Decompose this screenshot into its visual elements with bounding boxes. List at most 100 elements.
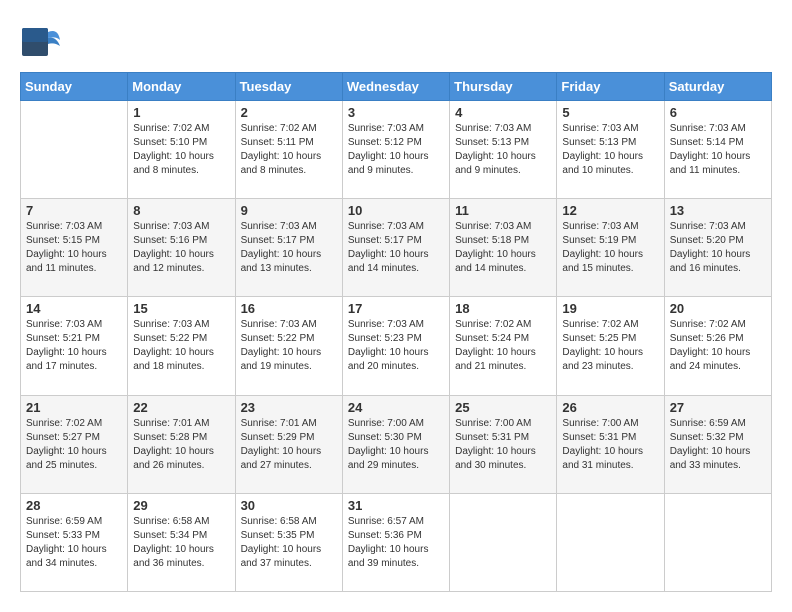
- calendar-cell: 2Sunrise: 7:02 AM Sunset: 5:11 PM Daylig…: [235, 101, 342, 199]
- day-number: 4: [455, 105, 551, 120]
- day-info: Sunrise: 7:03 AM Sunset: 5:22 PM Dayligh…: [241, 318, 337, 374]
- day-info: Sunrise: 7:03 AM Sunset: 5:12 PM Dayligh…: [348, 122, 444, 178]
- day-number: 6: [670, 105, 766, 120]
- day-number: 16: [241, 301, 337, 316]
- calendar-cell: 6 Sunrise: 7:03 AM Sunset: 5:14 PM Daylig…: [664, 101, 771, 199]
- day-info: Sunrise: 7:02 AM Sunset: 5:27 PM Dayligh…: [26, 417, 122, 473]
- day-info: Sunrise: 7:03 AM Sunset: 5:18 PM Dayligh…: [455, 220, 551, 276]
- calendar-cell: 30 Sunrise: 6:58 AM Sunset: 5:35 PM Dayli…: [235, 493, 342, 591]
- day-number: 8: [133, 203, 229, 218]
- day-info: Sunrise: 6:57 AM Sunset: 5:36 PM Dayligh…: [348, 515, 444, 571]
- day-number: 24: [348, 400, 444, 415]
- calendar-cell: 9 Sunrise: 7:03 AM Sunset: 5:17 PM Daylig…: [235, 199, 342, 297]
- calendar-cell: 26 Sunrise: 7:00 AM Sunset: 5:31 PM Dayli…: [557, 395, 664, 493]
- calendar-cell: 17 Sunrise: 7:03 AM Sunset: 5:23 PM Dayli…: [342, 297, 449, 395]
- calendar-cell: 22 Sunrise: 7:01 AM Sunset: 5:28 PM Dayli…: [128, 395, 235, 493]
- calendar-cell: 14Sunrise: 7:03 AM Sunset: 5:21 PM Dayli…: [21, 297, 128, 395]
- calendar-cell: 20 Sunrise: 7:02 AM Sunset: 5:26 PM Dayli…: [664, 297, 771, 395]
- day-info: Sunrise: 6:59 AM Sunset: 5:32 PM Dayligh…: [670, 417, 766, 473]
- calendar-week-2: 7Sunrise: 7:03 AM Sunset: 5:15 PM Daylig…: [21, 199, 772, 297]
- calendar-cell: 16 Sunrise: 7:03 AM Sunset: 5:22 PM Dayli…: [235, 297, 342, 395]
- day-number: 23: [241, 400, 337, 415]
- day-info: Sunrise: 7:00 AM Sunset: 5:31 PM Dayligh…: [455, 417, 551, 473]
- day-number: 19: [562, 301, 658, 316]
- day-number: 2: [241, 105, 337, 120]
- day-number: 29: [133, 498, 229, 513]
- day-number: 28: [26, 498, 122, 513]
- day-number: 13: [670, 203, 766, 218]
- calendar-cell: [664, 493, 771, 591]
- calendar-cell: 15Sunrise: 7:03 AM Sunset: 5:22 PM Dayli…: [128, 297, 235, 395]
- day-info: Sunrise: 7:02 AM Sunset: 5:25 PM Dayligh…: [562, 318, 658, 374]
- logo: [20, 20, 68, 60]
- day-info: Sunrise: 7:03 AM Sunset: 5:22 PM Dayligh…: [133, 318, 229, 374]
- day-info: Sunrise: 7:00 AM Sunset: 5:30 PM Dayligh…: [348, 417, 444, 473]
- calendar-cell: 21 Sunrise: 7:02 AM Sunset: 5:27 PM Dayli…: [21, 395, 128, 493]
- day-number: 18: [455, 301, 551, 316]
- weekday-header-thursday: Thursday: [450, 73, 557, 101]
- calendar-cell: 29 Sunrise: 6:58 AM Sunset: 5:34 PM Dayli…: [128, 493, 235, 591]
- calendar-cell: 12Sunrise: 7:03 AM Sunset: 5:19 PM Dayli…: [557, 199, 664, 297]
- day-info: Sunrise: 7:00 AM Sunset: 5:31 PM Dayligh…: [562, 417, 658, 473]
- calendar-header: SundayMondayTuesdayWednesdayThursdayFrid…: [21, 73, 772, 101]
- day-info: Sunrise: 7:03 AM Sunset: 5:23 PM Dayligh…: [348, 318, 444, 374]
- day-number: 21: [26, 400, 122, 415]
- day-number: 22: [133, 400, 229, 415]
- weekday-header-tuesday: Tuesday: [235, 73, 342, 101]
- day-info: Sunrise: 7:03 AM Sunset: 5:13 PM Dayligh…: [562, 122, 658, 178]
- day-info: Sunrise: 7:03 AM Sunset: 5:19 PM Dayligh…: [562, 220, 658, 276]
- calendar-cell: 8Sunrise: 7:03 AM Sunset: 5:16 PM Daylig…: [128, 199, 235, 297]
- day-number: 17: [348, 301, 444, 316]
- page: SundayMondayTuesdayWednesdayThursdayFrid…: [0, 0, 792, 612]
- day-info: Sunrise: 7:02 AM Sunset: 5:24 PM Dayligh…: [455, 318, 551, 374]
- calendar-cell: 24 Sunrise: 7:00 AM Sunset: 5:30 PM Dayli…: [342, 395, 449, 493]
- day-number: 27: [670, 400, 766, 415]
- day-info: Sunrise: 7:02 AM Sunset: 5:26 PM Dayligh…: [670, 318, 766, 374]
- calendar-cell: 25 Sunrise: 7:00 AM Sunset: 5:31 PM Dayli…: [450, 395, 557, 493]
- day-info: Sunrise: 7:03 AM Sunset: 5:17 PM Dayligh…: [241, 220, 337, 276]
- weekday-header-friday: Friday: [557, 73, 664, 101]
- day-info: Sunrise: 6:59 AM Sunset: 5:33 PM Dayligh…: [26, 515, 122, 571]
- day-number: 26: [562, 400, 658, 415]
- day-number: 11: [455, 203, 551, 218]
- day-info: Sunrise: 7:03 AM Sunset: 5:14 PM Dayligh…: [670, 122, 766, 178]
- calendar-cell: 1Sunrise: 7:02 AM Sunset: 5:10 PM Daylig…: [128, 101, 235, 199]
- day-info: Sunrise: 7:01 AM Sunset: 5:28 PM Dayligh…: [133, 417, 229, 473]
- day-info: Sunrise: 7:03 AM Sunset: 5:17 PM Dayligh…: [348, 220, 444, 276]
- calendar-cell: [450, 493, 557, 591]
- day-info: Sunrise: 7:01 AM Sunset: 5:29 PM Dayligh…: [241, 417, 337, 473]
- calendar-cell: 3 Sunrise: 7:03 AM Sunset: 5:12 PM Daylig…: [342, 101, 449, 199]
- calendar-week-3: 14Sunrise: 7:03 AM Sunset: 5:21 PM Dayli…: [21, 297, 772, 395]
- weekday-header-saturday: Saturday: [664, 73, 771, 101]
- day-number: 1: [133, 105, 229, 120]
- calendar-cell: [557, 493, 664, 591]
- day-number: 5: [562, 105, 658, 120]
- calendar-week-1: 1Sunrise: 7:02 AM Sunset: 5:10 PM Daylig…: [21, 101, 772, 199]
- day-number: 9: [241, 203, 337, 218]
- calendar-cell: 23 Sunrise: 7:01 AM Sunset: 5:29 PM Dayli…: [235, 395, 342, 493]
- calendar-cell: 4 Sunrise: 7:03 AM Sunset: 5:13 PM Daylig…: [450, 101, 557, 199]
- day-info: Sunrise: 7:03 AM Sunset: 5:21 PM Dayligh…: [26, 318, 122, 374]
- weekday-row: SundayMondayTuesdayWednesdayThursdayFrid…: [21, 73, 772, 101]
- day-number: 20: [670, 301, 766, 316]
- calendar-week-4: 21 Sunrise: 7:02 AM Sunset: 5:27 PM Dayli…: [21, 395, 772, 493]
- weekday-header-wednesday: Wednesday: [342, 73, 449, 101]
- calendar-cell: 13 Sunrise: 7:03 AM Sunset: 5:20 PM Dayli…: [664, 199, 771, 297]
- calendar-cell: 10Sunrise: 7:03 AM Sunset: 5:17 PM Dayli…: [342, 199, 449, 297]
- weekday-header-sunday: Sunday: [21, 73, 128, 101]
- day-info: Sunrise: 7:03 AM Sunset: 5:13 PM Dayligh…: [455, 122, 551, 178]
- day-number: 3: [348, 105, 444, 120]
- day-info: Sunrise: 6:58 AM Sunset: 5:34 PM Dayligh…: [133, 515, 229, 571]
- day-info: Sunrise: 7:03 AM Sunset: 5:20 PM Dayligh…: [670, 220, 766, 276]
- day-number: 30: [241, 498, 337, 513]
- day-info: Sunrise: 7:03 AM Sunset: 5:15 PM Dayligh…: [26, 220, 122, 276]
- calendar-week-5: 28 Sunrise: 6:59 AM Sunset: 5:33 PM Dayli…: [21, 493, 772, 591]
- calendar-cell: 19 Sunrise: 7:02 AM Sunset: 5:25 PM Dayli…: [557, 297, 664, 395]
- calendar-cell: 31Sunrise: 6:57 AM Sunset: 5:36 PM Dayli…: [342, 493, 449, 591]
- header: [20, 20, 772, 60]
- day-number: 25: [455, 400, 551, 415]
- calendar-body: 1Sunrise: 7:02 AM Sunset: 5:10 PM Daylig…: [21, 101, 772, 592]
- calendar-cell: 7Sunrise: 7:03 AM Sunset: 5:15 PM Daylig…: [21, 199, 128, 297]
- calendar-cell: [21, 101, 128, 199]
- day-info: Sunrise: 6:58 AM Sunset: 5:35 PM Dayligh…: [241, 515, 337, 571]
